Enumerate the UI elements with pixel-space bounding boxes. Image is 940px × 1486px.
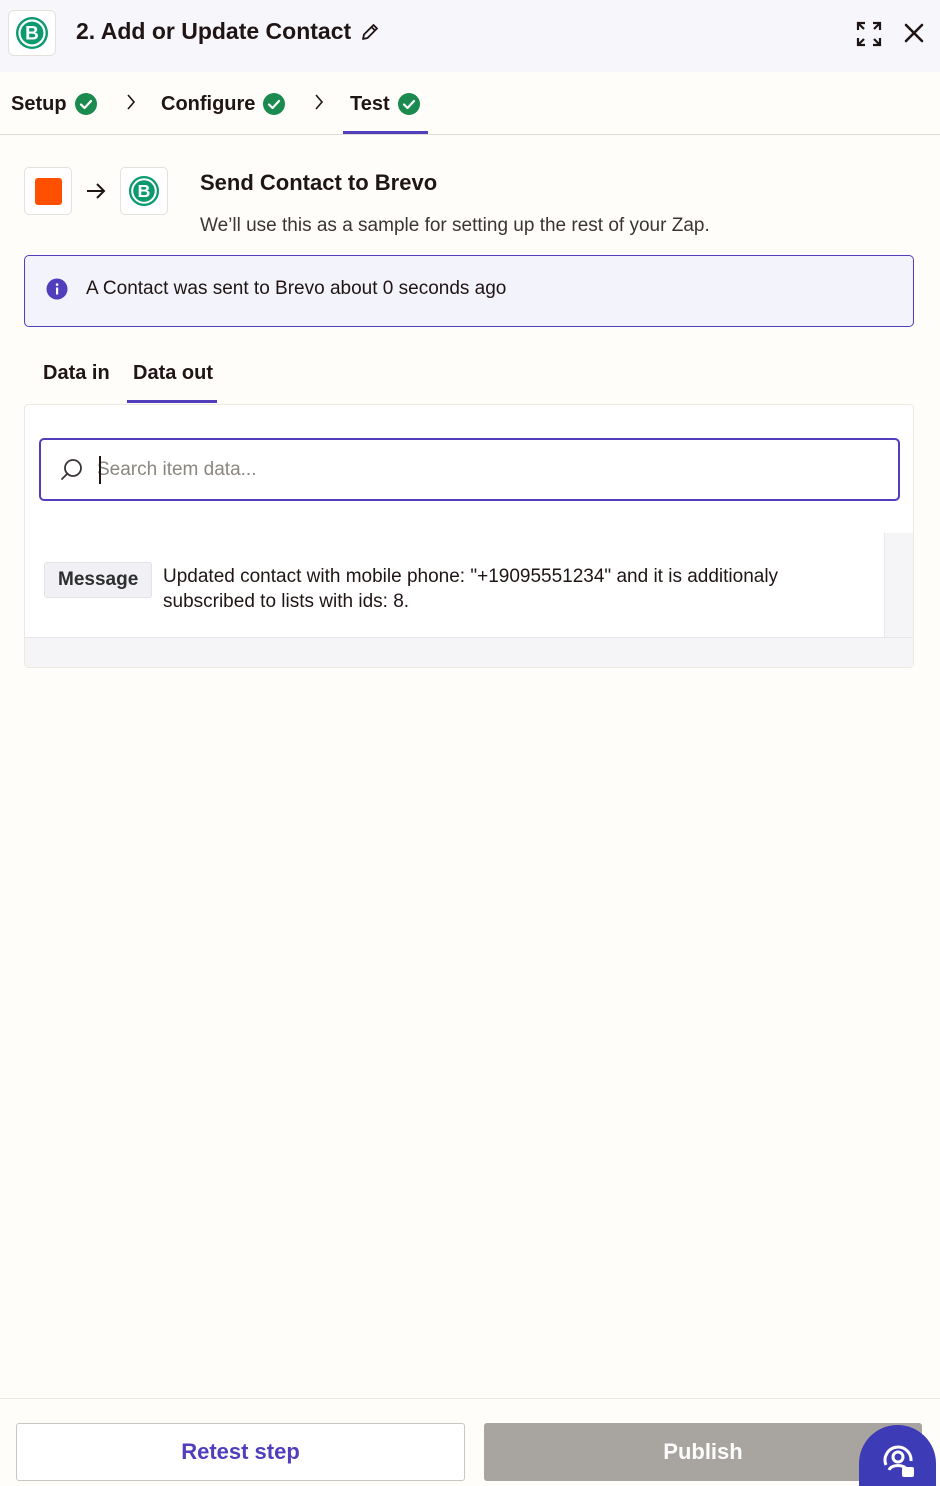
trigger-square-icon (34, 177, 62, 205)
retest-step-button[interactable]: Retest step (16, 1423, 465, 1481)
step-title-text: 2. Add or Update Contact (76, 18, 352, 44)
svg-text:B: B (25, 24, 39, 45)
send-title: Send Contact to Brevo (200, 170, 438, 195)
page-title[interactable]: 2. Add or Update Contact (76, 18, 381, 45)
trigger-app-icon (24, 167, 72, 215)
text-caret (99, 456, 101, 484)
tab-data-out[interactable]: Data out (133, 362, 213, 385)
expand-icon[interactable] (856, 21, 882, 47)
step-header: B 2. Add or Update Contact (0, 0, 940, 72)
check-circle-icon (263, 93, 286, 115)
info-icon (46, 278, 68, 300)
tab-setup-label: Setup (11, 92, 67, 115)
info-banner: A Contact was sent to Brevo about 0 seco… (24, 255, 914, 327)
data-key-message: Message (44, 562, 153, 598)
brevo-logo-icon: B (128, 175, 160, 207)
tab-test[interactable]: Test (350, 90, 420, 118)
active-tab-indicator (343, 131, 428, 134)
step-tabs: Setup Configure Test (0, 72, 940, 135)
tab-setup[interactable]: Setup (11, 90, 97, 118)
check-circle-icon (397, 93, 420, 115)
support-icon (883, 1445, 914, 1477)
search-field[interactable] (39, 438, 900, 501)
arrow-right-icon (85, 181, 107, 201)
tab-data-in[interactable]: Data in (43, 362, 110, 385)
scrollbar[interactable] (884, 533, 913, 637)
pencil-icon[interactable] (359, 21, 381, 43)
footer-bar: Retest step Publish (0, 1398, 940, 1486)
info-text: A Contact was sent to Brevo about 0 seco… (86, 278, 507, 299)
send-subtitle: We’ll use this as a sample for setting u… (200, 215, 710, 236)
brevo-app-icon: B (8, 10, 56, 56)
publish-button[interactable]: Publish (484, 1423, 922, 1481)
search-input[interactable] (97, 454, 877, 486)
tab-configure-label: Configure (161, 92, 256, 115)
action-app-icon: B (120, 167, 168, 215)
data-out-panel: Message Updated contact with mobile phon… (24, 404, 914, 668)
tab-configure[interactable]: Configure (161, 90, 286, 118)
tab-test-label: Test (350, 92, 390, 115)
check-circle-icon (74, 93, 97, 115)
close-icon[interactable] (902, 21, 926, 45)
data-value-message: Updated contact with mobile phone: "+190… (163, 566, 779, 612)
search-icon (59, 457, 85, 483)
chevron-right-icon (312, 92, 326, 112)
svg-text:B: B (138, 181, 151, 201)
chevron-right-icon (124, 92, 138, 112)
panel-footer (25, 637, 913, 667)
active-tab-indicator (127, 400, 217, 403)
